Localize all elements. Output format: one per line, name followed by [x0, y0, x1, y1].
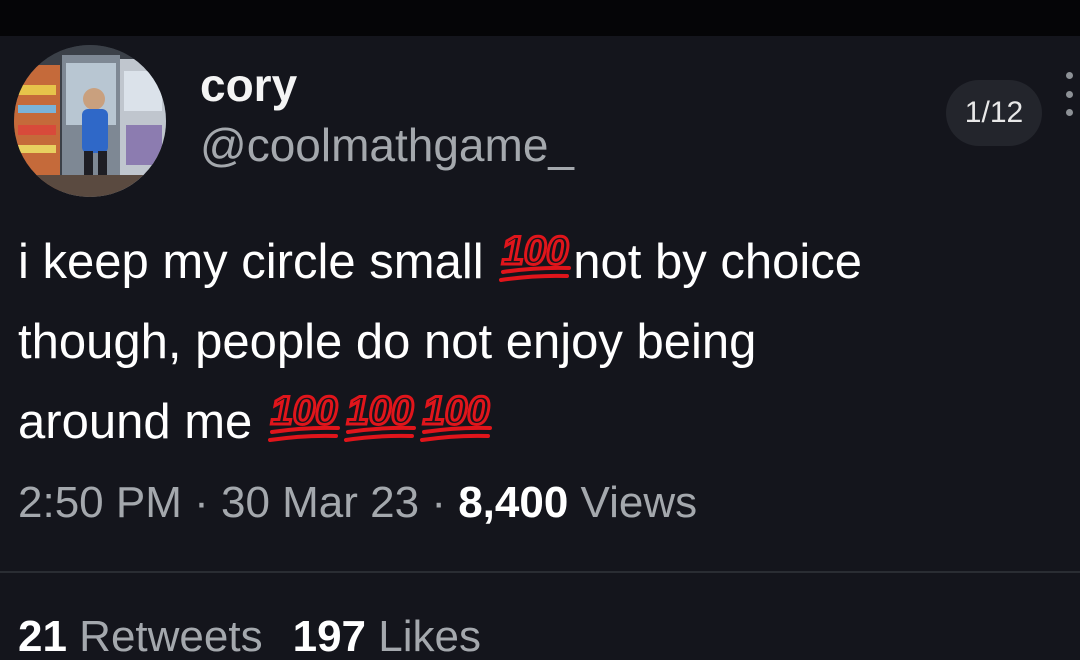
tweet-text-segment: not by choice — [573, 235, 862, 289]
retweets-count: 21 — [18, 612, 67, 660]
views-label: Views — [568, 478, 698, 527]
more-vertical-icon[interactable] — [1058, 72, 1080, 116]
meta-separator: · — [419, 478, 459, 527]
hundred-points-emoji: 100 — [342, 384, 418, 446]
hundred-points-emoji: 100 — [266, 384, 342, 446]
tweet-line-1: i keep my circle small 100 not by choice — [18, 222, 1078, 302]
tweet-time[interactable]: 2:50 PM — [18, 478, 182, 527]
tweet-line-3: around me 100 100 100 — [18, 382, 1078, 462]
tweet-date[interactable]: 30 Mar 23 — [221, 478, 419, 527]
divider — [0, 571, 1080, 573]
likes-label: Likes — [366, 612, 481, 660]
retweets-link[interactable]: 21 Retweets — [18, 612, 263, 660]
likes-link[interactable]: 197 Likes — [293, 612, 481, 660]
hundred-points-emoji: 100 — [418, 384, 494, 446]
tweet-text-segment: i keep my circle small — [18, 235, 498, 289]
tweet-line-2: though, people do not enjoy being — [18, 315, 757, 369]
likes-count: 197 — [292, 612, 367, 660]
engagement-stats: 21 Retweets 197 Likes — [18, 612, 481, 660]
top-bar — [0, 0, 1080, 36]
meta-separator: · — [181, 478, 221, 527]
thread-counter-badge: 1/12 — [946, 80, 1042, 146]
tweet-meta: 2:50 PM · 30 Mar 23 · 8,400 Views — [18, 478, 697, 528]
avatar[interactable] — [14, 45, 166, 197]
user-handle[interactable]: @coolmathgame_ — [200, 118, 574, 172]
tweet-text-segment: around me — [18, 395, 266, 449]
avatar-photo — [14, 45, 166, 197]
tweet-text: i keep my circle small 100 not by choice … — [18, 222, 1078, 462]
retweets-label: Retweets — [66, 612, 263, 660]
hundred-points-emoji: 100 — [497, 224, 573, 286]
display-name[interactable]: cory — [200, 58, 297, 112]
views-count: 8,400 — [458, 478, 569, 527]
